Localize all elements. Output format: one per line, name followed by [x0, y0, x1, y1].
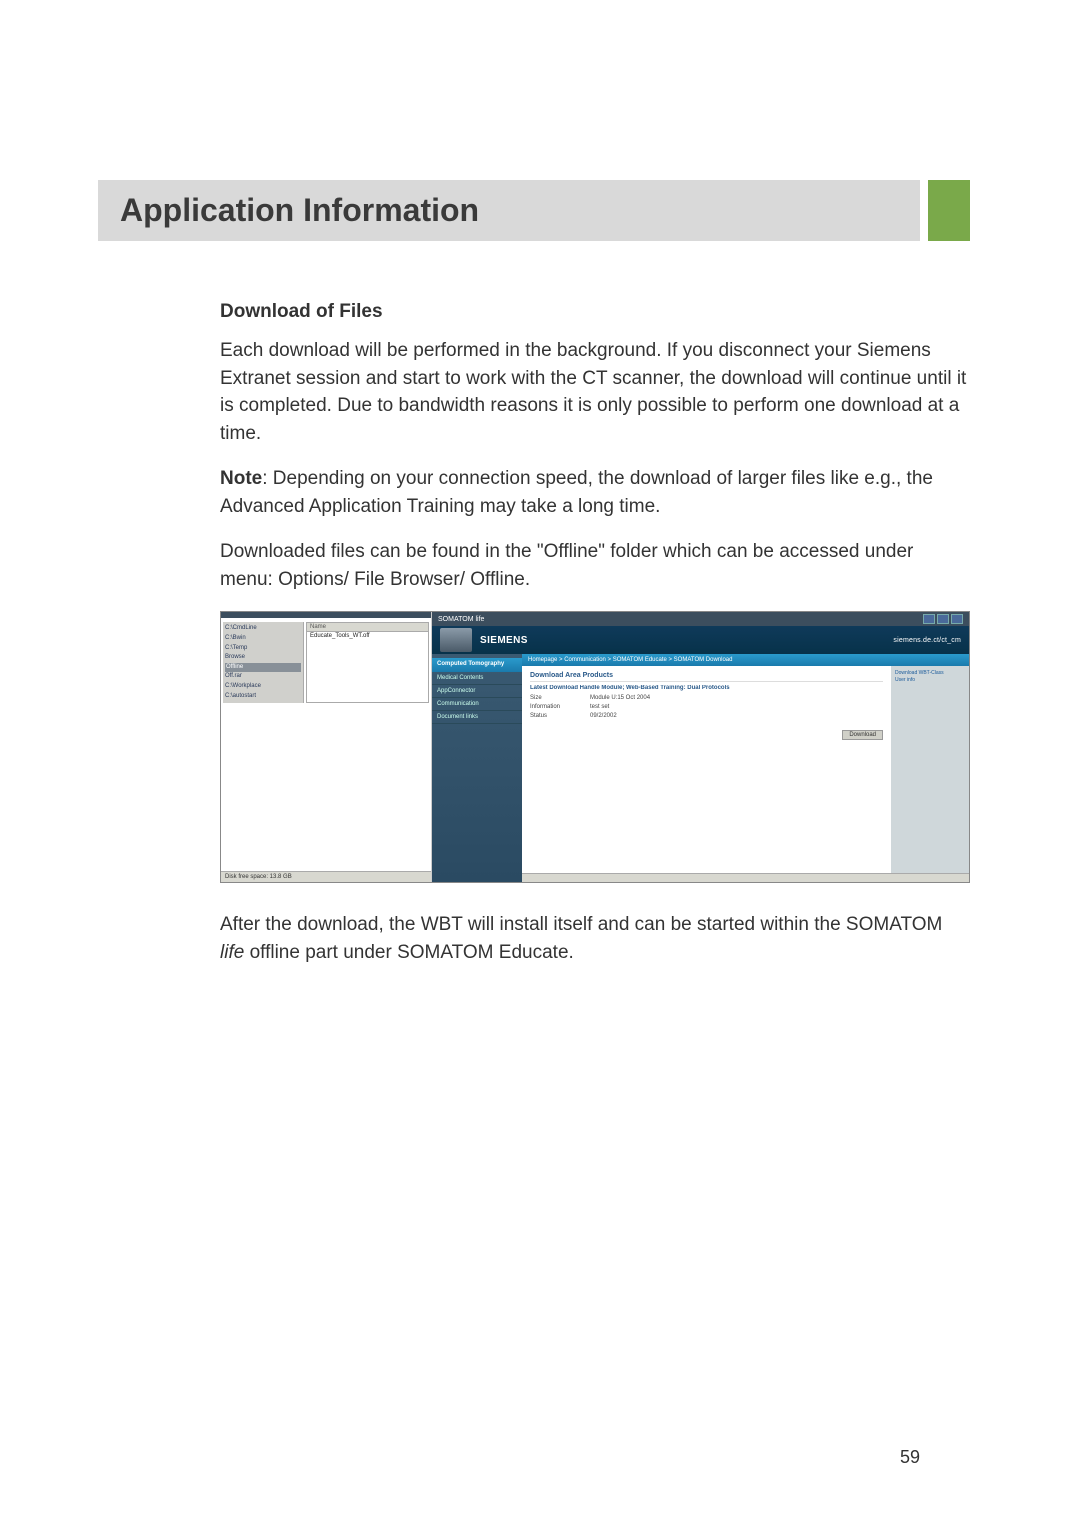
maximize-icon[interactable] [937, 614, 949, 624]
kv-row: Information test set [530, 704, 883, 710]
kv-row: Size Module U:15 Oct 2004 [530, 695, 883, 701]
disk-status: Disk free space: 13.8 GB [221, 871, 431, 882]
brand-tagline: siemens.de.ct/ct_cm [893, 637, 961, 644]
after-text-b: offline part under SOMATOM Educate. [244, 942, 574, 963]
after-text-italic: life [220, 942, 244, 963]
note-text: : Depending on your connection speed, th… [220, 468, 933, 517]
nav-item[interactable]: Medical Contents [432, 672, 522, 685]
file-browser-pane: C:\CmdLine C:\Bwin C:\Temp Browse Offlin… [221, 612, 432, 882]
kv-val: test set [590, 704, 609, 710]
sidebar-link[interactable]: Download WBT-Class [895, 670, 965, 677]
download-desc: Latest Download Handle Module; Web-Based… [530, 685, 883, 691]
tree-item[interactable]: C:\CmdLine [225, 624, 301, 634]
file-list-row[interactable]: Educate_Tools_WT.off [307, 632, 428, 640]
paragraph-offline: Downloaded files can be found in the "Of… [220, 538, 970, 593]
browser-titlebar: SOMATOM life [432, 612, 969, 626]
breadcrumb: Homepage > Communication > SOMATOM Educa… [522, 654, 969, 666]
header-title-bar: Application Information [98, 180, 920, 241]
right-sidebar: Download WBT-Class User info [891, 666, 969, 873]
nav-item[interactable]: Document links [432, 711, 522, 724]
sidebar-link[interactable]: User info [895, 677, 965, 684]
download-button[interactable]: Download [842, 730, 883, 740]
download-button-wrap: Download [530, 729, 883, 740]
content-row: Download Area Products Latest Download H… [522, 666, 969, 873]
page-header: Application Information [98, 180, 970, 241]
nav-item[interactable]: Communication [432, 698, 522, 711]
file-list: Name Educate_Tools_WT.off [306, 622, 429, 703]
paragraph-after: After the download, the WBT will install… [220, 911, 970, 966]
browser-main: Homepage > Communication > SOMATOM Educa… [522, 654, 969, 882]
tree-item[interactable]: Browse [225, 653, 301, 663]
window-buttons [923, 614, 963, 624]
kv-val: Module U:15 Oct 2004 [590, 695, 650, 701]
note-label: Note [220, 468, 262, 489]
embedded-screenshot: C:\CmdLine C:\Bwin C:\Temp Browse Offlin… [220, 611, 970, 883]
kv-key: Information [530, 704, 590, 710]
tree-item[interactable]: C:\Temp [225, 644, 301, 654]
tree-column: C:\CmdLine C:\Bwin C:\Temp Browse Offlin… [223, 622, 304, 703]
close-icon[interactable] [951, 614, 963, 624]
tree-item[interactable]: Off.rar [225, 672, 301, 682]
section-heading: Download of Files [220, 301, 970, 323]
kv-row: Status 09/2/2002 [530, 713, 883, 719]
kv-val: 09/2/2002 [590, 713, 617, 719]
file-list-header: Name [307, 623, 428, 632]
download-panel: Download Area Products Latest Download H… [522, 666, 891, 873]
tree-item[interactable]: C:\Workplace [225, 682, 301, 692]
paragraph-note: Note: Depending on your connection speed… [220, 465, 970, 520]
browser-pane: SOMATOM life SIEMENS siemens.de.ct/ct_cm [432, 612, 969, 882]
header-title: Application Information [120, 192, 898, 229]
page-number: 59 [900, 1447, 920, 1468]
figure-screenshot: C:\CmdLine C:\Bwin C:\Temp Browse Offlin… [220, 611, 970, 883]
side-nav: Computed Tomography Medical Contents App… [432, 654, 522, 882]
browser-footer [522, 873, 969, 882]
file-browser-spacer [221, 707, 431, 871]
paragraph-intro: Each download will be performed in the b… [220, 337, 970, 447]
tree-item[interactable]: C:\Bwin [225, 634, 301, 644]
nav-item[interactable]: AppConnector [432, 685, 522, 698]
file-tree: C:\CmdLine C:\Bwin C:\Temp Browse Offlin… [221, 618, 431, 707]
download-title: Download Area Products [530, 672, 883, 682]
minimize-icon[interactable] [923, 614, 935, 624]
brand-logo-icon [440, 628, 472, 652]
window-title: SOMATOM life [438, 616, 484, 623]
kv-key: Size [530, 695, 590, 701]
tree-item-selected[interactable]: Offline [225, 663, 301, 673]
header-accent-block [928, 180, 970, 241]
after-text-a: After the download, the WBT will install… [220, 914, 942, 935]
content-area: Download of Files Each download will be … [110, 301, 970, 966]
browser-body: Computed Tomography Medical Contents App… [432, 654, 969, 882]
kv-key: Status [530, 713, 590, 719]
nav-heading: Computed Tomography [432, 658, 522, 671]
tree-item[interactable]: C:\autostart [225, 692, 301, 702]
brand-name: SIEMENS [480, 635, 528, 646]
brand-banner: SIEMENS siemens.de.ct/ct_cm [432, 626, 969, 654]
